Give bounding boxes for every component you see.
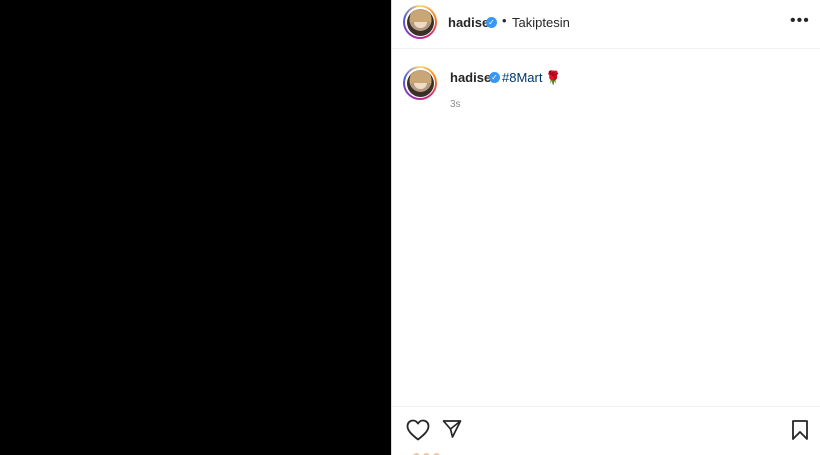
bookmark-icon[interactable] (791, 419, 809, 441)
post-header: hadise ✓ • Takiptesin ••• (392, 0, 820, 49)
rose-emoji: 🌹 (545, 70, 562, 85)
avatar-border (405, 7, 435, 37)
action-bar (392, 406, 820, 455)
hashtag-link[interactable]: #8Mart (502, 70, 542, 85)
post-media[interactable] (0, 0, 391, 455)
send-icon[interactable] (442, 419, 462, 439)
following-status-button[interactable]: Takiptesin (512, 15, 570, 30)
comment-username-link[interactable]: hadise (450, 70, 491, 85)
comment-timestamp[interactable]: 3s (450, 99, 461, 110)
verified-badge-icon: ✓ (486, 17, 497, 28)
avatar-image (406, 69, 434, 97)
avatar[interactable] (403, 5, 437, 39)
avatar[interactable] (403, 66, 437, 100)
liked-by-avatars[interactable] (412, 448, 448, 455)
username-link[interactable]: hadise (448, 15, 489, 30)
avatar-border (405, 68, 435, 98)
caption-comment: hadise ✓ #8Mart 🌹 3s (392, 49, 820, 119)
more-options-icon[interactable]: ••• (790, 12, 810, 30)
avatar-image (406, 8, 434, 36)
post-sidebar: hadise ✓ • Takiptesin ••• hadise ✓ #8Mar… (391, 0, 820, 455)
verified-badge-icon: ✓ (489, 72, 500, 83)
heart-icon[interactable] (406, 419, 430, 441)
separator-dot: • (502, 13, 507, 28)
